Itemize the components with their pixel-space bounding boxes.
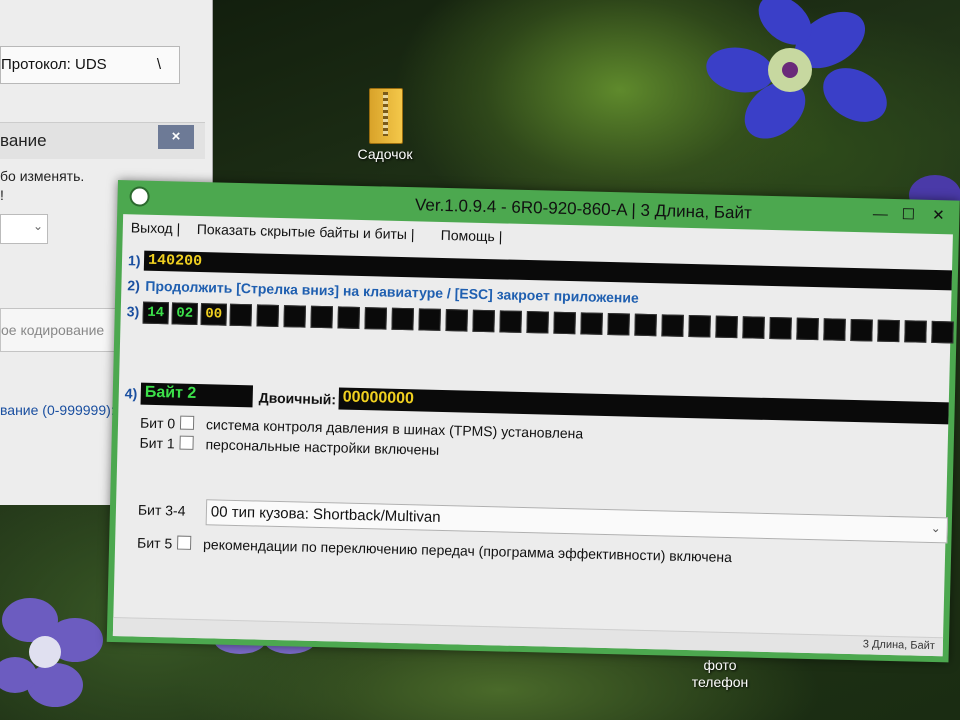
byte-cell-empty[interactable] bbox=[769, 316, 792, 340]
byte-cell-empty[interactable] bbox=[715, 315, 738, 339]
desktop-folder-label: Садочок bbox=[357, 146, 413, 162]
flower-top-right-image bbox=[706, 0, 887, 139]
chevron-down-icon: ⌄ bbox=[32, 219, 43, 233]
background-range-label: вание (0-999999): bbox=[0, 402, 115, 418]
desktop-photo-label: фото телефон bbox=[691, 657, 749, 690]
body-type-value: 00 тип кузова: Shortback/Multivan bbox=[210, 503, 441, 526]
menu-item-help[interactable]: Помощь | bbox=[441, 227, 503, 245]
byte-cell-value[interactable]: 00 bbox=[200, 303, 228, 326]
byte-cell-value[interactable]: 02 bbox=[171, 302, 199, 325]
chevron-down-icon: ⌄ bbox=[930, 520, 941, 536]
bit-description: персональные настройки включены bbox=[205, 436, 440, 458]
byte-cell-empty[interactable] bbox=[553, 311, 576, 335]
protocol-field-value: Протокол: UDS bbox=[1, 56, 107, 73]
background-section-title: вание bbox=[0, 131, 47, 150]
background-coding-input[interactable]: ое кодирование bbox=[0, 308, 120, 352]
background-close-button[interactable]: × bbox=[158, 125, 194, 149]
bit-0-checkbox[interactable] bbox=[179, 415, 195, 430]
flower-bottom-left-image bbox=[0, 598, 103, 707]
byte-cell-empty[interactable] bbox=[310, 305, 333, 329]
byte-cell-empty[interactable] bbox=[526, 311, 549, 334]
byte-cell-empty[interactable] bbox=[634, 313, 657, 337]
selected-byte-label: Байт 2 bbox=[144, 383, 197, 402]
minimize-button[interactable]: — bbox=[869, 204, 891, 225]
byte-cell-empty[interactable] bbox=[499, 310, 522, 333]
byte-cell-empty[interactable] bbox=[229, 303, 253, 327]
background-text-line1: бо изменять. bbox=[0, 168, 85, 184]
byte-cell-empty[interactable] bbox=[877, 319, 900, 343]
byte-cell-empty[interactable] bbox=[391, 307, 414, 331]
menu-item-exit[interactable]: Выход | bbox=[131, 219, 181, 236]
byte-cell-empty[interactable] bbox=[904, 320, 927, 343]
bit-label: Бит 1 bbox=[139, 434, 175, 452]
byte-cell-empty[interactable] bbox=[661, 314, 684, 337]
row2-number: 2) bbox=[127, 277, 141, 294]
byte-cell-empty[interactable] bbox=[742, 316, 765, 339]
byte-cell-empty[interactable] bbox=[256, 304, 279, 327]
byte-cell-empty[interactable] bbox=[283, 305, 306, 328]
menu-bar: Выход | Показать скрытые байты и биты | … bbox=[123, 216, 503, 244]
background-text-line2: ! bbox=[0, 187, 4, 203]
protocol-field[interactable]: Протокол: UDS \ bbox=[0, 46, 180, 84]
byte-cell-empty[interactable] bbox=[445, 309, 468, 332]
background-combo[interactable]: ⌄ bbox=[0, 214, 48, 244]
desktop-folder-sadochok[interactable]: Садочок bbox=[335, 88, 435, 162]
row3-number: 3) bbox=[126, 303, 140, 320]
bit-label: Бит 3-4 bbox=[137, 501, 186, 519]
app-window: Ver.1.0.9.4 - 6R0-920-860-A | 3 Длина, Б… bbox=[106, 180, 960, 663]
binary-value: 00000000 bbox=[342, 388, 415, 408]
menu-item-show-hidden[interactable]: Показать скрытые байты и биты | bbox=[197, 221, 415, 242]
bit-5-checkbox[interactable] bbox=[176, 535, 192, 550]
row4-number: 4) bbox=[124, 385, 138, 402]
coding-value: 140200 bbox=[147, 251, 203, 271]
byte-cell-empty[interactable] bbox=[823, 318, 846, 341]
bit-1-checkbox[interactable] bbox=[179, 435, 194, 450]
byte-cell-empty[interactable] bbox=[607, 313, 630, 336]
byte-cell-empty[interactable] bbox=[364, 307, 387, 330]
maximize-button[interactable]: ☐ bbox=[897, 205, 919, 226]
bit-description: рекомендации по переключению передач (пр… bbox=[202, 536, 733, 566]
binary-label: Двоичный: bbox=[258, 389, 337, 408]
bit-label: Бит 0 bbox=[139, 414, 176, 432]
byte-cell-empty[interactable] bbox=[931, 320, 954, 344]
window-client-area: Выход | Показать скрытые байты и биты | … bbox=[112, 214, 954, 657]
zip-folder-icon bbox=[365, 88, 405, 144]
byte-cells-row: 14 02 00 bbox=[142, 301, 954, 344]
byte-cell-empty[interactable] bbox=[418, 308, 441, 331]
body-type-select[interactable]: 00 тип кузова: Shortback/Multivan ⌄ bbox=[205, 499, 949, 544]
bit-label: Бит 5 bbox=[136, 534, 173, 552]
byte-cell-empty[interactable] bbox=[796, 317, 819, 341]
selected-byte-box: Байт 2 bbox=[140, 382, 254, 408]
instruction-text: Продолжить [Стрелка вниз] на клавиатуре … bbox=[145, 277, 639, 306]
byte-cell-empty[interactable] bbox=[688, 314, 711, 338]
byte-cell-empty[interactable] bbox=[850, 318, 873, 342]
row1-number: 1) bbox=[127, 252, 141, 269]
byte-cell-empty[interactable] bbox=[472, 309, 495, 333]
binary-value-box[interactable]: 00000000 bbox=[338, 387, 949, 425]
byte-cell-empty[interactable] bbox=[580, 312, 603, 335]
close-button[interactable]: ✕ bbox=[927, 206, 949, 227]
byte-cell-value[interactable]: 14 bbox=[142, 301, 170, 325]
protocol-field-suffix: \ bbox=[156, 56, 161, 73]
status-text: 3 Длина, Байт bbox=[862, 638, 936, 653]
byte-cell-empty[interactable] bbox=[337, 306, 360, 329]
